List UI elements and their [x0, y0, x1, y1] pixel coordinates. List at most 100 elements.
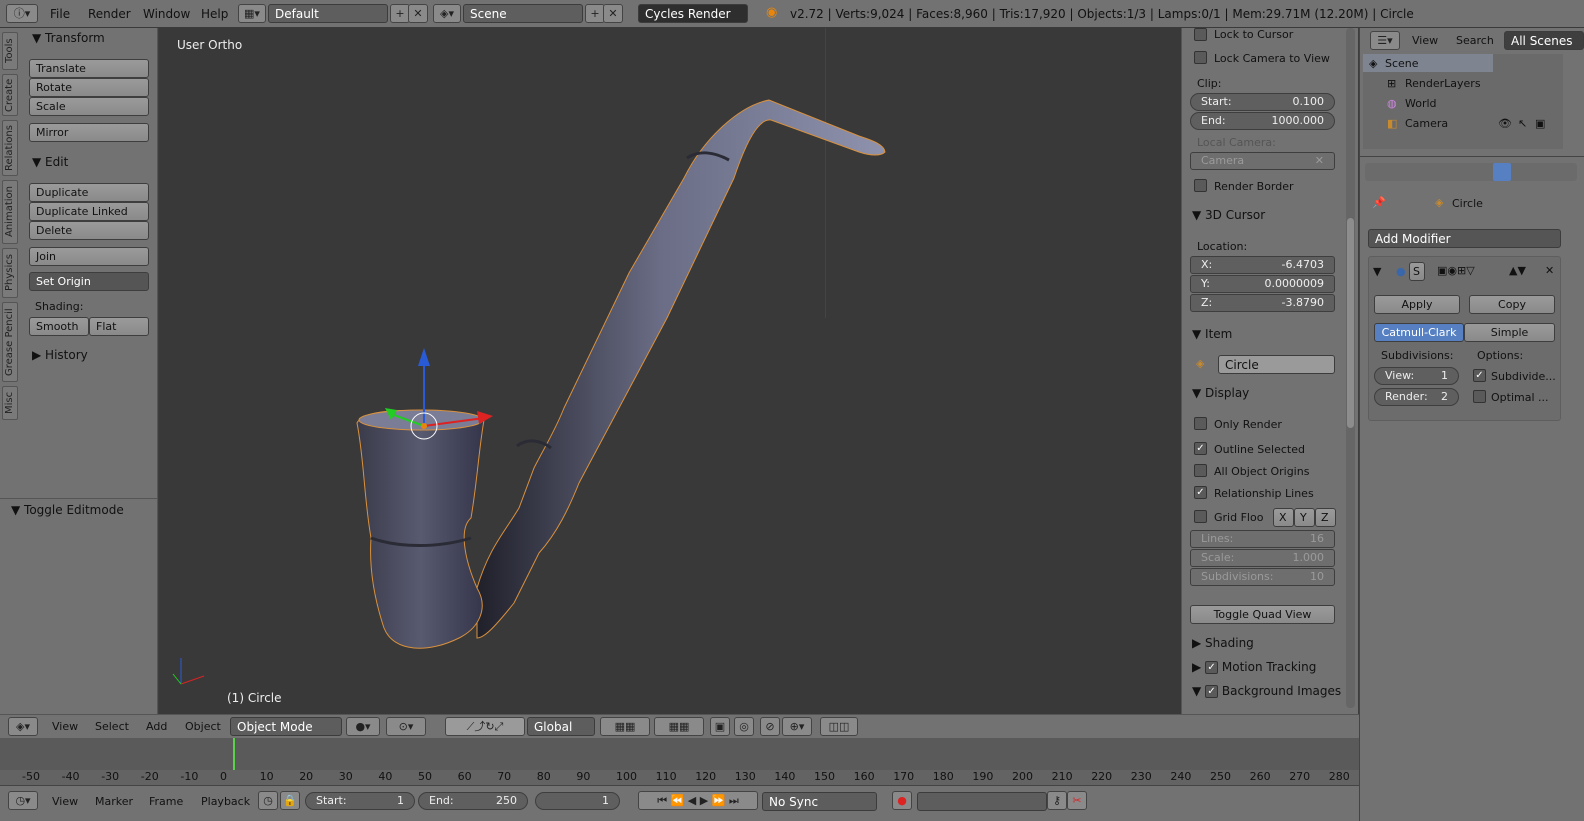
menu-render[interactable]: Render: [88, 7, 131, 21]
current-frame-marker[interactable]: [233, 738, 235, 770]
outliner-search-menu[interactable]: Search: [1456, 34, 1494, 47]
cursor-x-field[interactable]: X: -6.4703: [1190, 256, 1335, 274]
grid-y-toggle[interactable]: Y: [1294, 508, 1315, 527]
vp-menu-view[interactable]: View: [52, 720, 78, 733]
playback-controls-icons[interactable]: ⏮ ⏪ ◀ ▶ ⏩ ⏭: [638, 791, 758, 810]
optimal-display-checkbox[interactable]: [1473, 390, 1486, 403]
outliner-world-label[interactable]: World: [1405, 97, 1437, 110]
remove-modifier-icon[interactable]: ✕: [1545, 264, 1554, 277]
eye-icon[interactable]: 👁: [1498, 117, 1512, 130]
preview-range-icon[interactable]: ◷: [258, 791, 278, 810]
outliner-scene-label[interactable]: Scene: [1385, 57, 1419, 70]
scale-button[interactable]: Scale: [29, 97, 149, 116]
catmull-clark-button[interactable]: Catmull-Clark: [1374, 323, 1464, 342]
grid-scale-field[interactable]: Scale: 1.000: [1190, 549, 1335, 567]
apply-button[interactable]: Apply: [1374, 295, 1460, 314]
transform-panel-header[interactable]: ▼ Transform: [32, 31, 105, 45]
3d-viewport[interactable]: User Ortho (1) Circle: [159, 28, 1181, 714]
snap-icon[interactable]: ⊘: [760, 717, 780, 736]
outline-selected-checkbox[interactable]: ✓: [1194, 442, 1207, 455]
grid-subdiv-field[interactable]: Subdivisions: 10: [1190, 568, 1335, 586]
render-camera-icon[interactable]: ▣: [1535, 117, 1545, 130]
pipe-model[interactable]: [159, 28, 1181, 714]
grid-x-toggle[interactable]: X: [1273, 508, 1294, 527]
add-scene-icon[interactable]: +: [585, 4, 605, 23]
tab-grease-pencil[interactable]: Grease Pencil: [2, 302, 18, 382]
layers-grid-b[interactable]: ▦▦: [654, 717, 704, 736]
duplicate-linked-button[interactable]: Duplicate Linked: [29, 202, 149, 221]
menu-file[interactable]: File: [50, 7, 70, 21]
npanel-scrollbar-thumb[interactable]: [1347, 218, 1354, 428]
keying-set-field[interactable]: [917, 792, 1047, 811]
render-border-checkbox[interactable]: [1194, 179, 1207, 192]
view-levels-field[interactable]: View: 1: [1374, 367, 1459, 385]
timeline-area[interactable]: [0, 738, 1359, 770]
vp-menu-add[interactable]: Add: [146, 720, 167, 733]
tl-menu-view[interactable]: View: [52, 795, 78, 808]
tab-relations[interactable]: Relations: [2, 120, 18, 176]
vp-menu-select[interactable]: Select: [95, 720, 129, 733]
proportional-edit-icon[interactable]: ◎: [734, 717, 754, 736]
remove-scene-icon[interactable]: ✕: [603, 4, 623, 23]
record-icon[interactable]: ●: [892, 791, 912, 810]
menu-window[interactable]: Window: [143, 7, 190, 21]
layers-grid-a[interactable]: ▦▦: [600, 717, 650, 736]
manipulator-icons[interactable]: ⟋⤴↻⤢: [445, 717, 525, 736]
delete-keyframe-icon[interactable]: ✂: [1067, 791, 1087, 810]
current-frame-field[interactable]: 1: [535, 792, 620, 810]
render-levels-field[interactable]: Render: 2: [1374, 388, 1459, 406]
background-images-header[interactable]: ▼ ✓ Background Images: [1192, 684, 1341, 698]
cursor-panel-header[interactable]: ▼ 3D Cursor: [1192, 208, 1265, 222]
toggle-editmode-header[interactable]: ▼ Toggle Editmode: [11, 503, 124, 517]
outliner-row-scene[interactable]: [1363, 54, 1493, 72]
modifier-wrench-icon[interactable]: [1493, 163, 1511, 181]
tl-menu-frame[interactable]: Frame: [149, 795, 183, 808]
item-panel-header[interactable]: ▼ Item: [1192, 327, 1232, 341]
info-editor-icon[interactable]: ⓘ▾: [6, 4, 38, 23]
add-layout-icon[interactable]: +: [390, 4, 410, 23]
screen-layout-icon[interactable]: ▦▾: [238, 4, 266, 23]
modifier-s-button[interactable]: S: [1409, 262, 1425, 281]
clear-icon[interactable]: ✕: [1315, 154, 1324, 167]
scene-field[interactable]: Scene: [463, 4, 583, 23]
vp-menu-object[interactable]: Object: [185, 720, 221, 733]
only-render-checkbox[interactable]: [1194, 417, 1207, 430]
scene-icon[interactable]: ◈▾: [433, 4, 461, 23]
cursor-y-field[interactable]: Y: 0.0000009: [1190, 275, 1335, 293]
copy-button[interactable]: Copy: [1469, 295, 1555, 314]
lock-range-icon[interactable]: 🔒: [280, 791, 300, 810]
outliner-camera-label[interactable]: Camera: [1405, 117, 1448, 130]
outliner-editor-icon[interactable]: ☰▾: [1370, 31, 1400, 50]
render-engine-select[interactable]: Cycles Render: [638, 4, 748, 23]
tl-menu-playback[interactable]: Playback: [201, 795, 250, 808]
properties-context-tabs[interactable]: [1365, 163, 1577, 181]
flat-button[interactable]: Flat: [89, 317, 149, 336]
grid-lines-field[interactable]: Lines: 16: [1190, 530, 1335, 548]
menu-help[interactable]: Help: [201, 7, 228, 21]
pivot-icon[interactable]: ⊙▾: [386, 717, 426, 736]
cursor-z-field[interactable]: Z: -3.8790: [1190, 294, 1335, 312]
clip-start-field[interactable]: Start: 0.100: [1190, 93, 1335, 111]
tab-animation[interactable]: Animation: [2, 180, 18, 244]
orientation-select[interactable]: Global: [527, 717, 595, 736]
duplicate-button[interactable]: Duplicate: [29, 183, 149, 202]
smooth-button[interactable]: Smooth: [29, 317, 89, 336]
subdivide-uvs-checkbox[interactable]: ✓: [1473, 369, 1486, 382]
end-frame-field[interactable]: End: 250: [418, 792, 528, 810]
tab-physics[interactable]: Physics: [2, 248, 18, 298]
toggle-quad-view-button[interactable]: Toggle Quad View: [1190, 605, 1335, 624]
lock-layer-icon[interactable]: ▣: [710, 717, 730, 736]
delete-button[interactable]: Delete: [29, 221, 149, 240]
edit-panel-header[interactable]: ▼ Edit: [32, 155, 68, 169]
history-panel-header[interactable]: ▶ History: [32, 348, 88, 362]
set-origin-select[interactable]: Set Origin: [29, 272, 149, 291]
remove-layout-icon[interactable]: ✕: [408, 4, 428, 23]
clip-end-field[interactable]: End: 1000.000: [1190, 112, 1335, 130]
snap-target-icon[interactable]: ⊕▾: [782, 717, 812, 736]
cursor-select-icon[interactable]: ↖: [1518, 117, 1527, 130]
move-up-down-icon[interactable]: ▲▼: [1509, 264, 1526, 277]
outliner-renderlayers-label[interactable]: RenderLayers: [1405, 77, 1481, 90]
shading-panel-header[interactable]: ▶ Shading: [1192, 636, 1254, 650]
all-origins-checkbox[interactable]: [1194, 464, 1207, 477]
tab-tools[interactable]: Tools: [2, 32, 18, 70]
